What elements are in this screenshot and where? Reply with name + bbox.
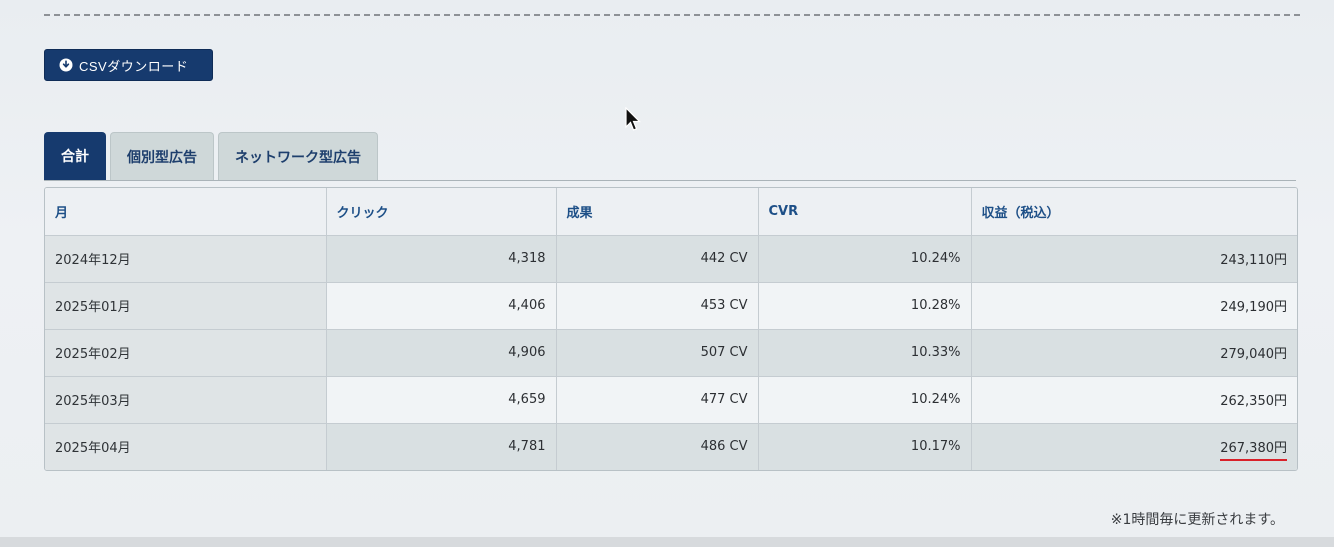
tab-individual-ads-label: 個別型広告 — [127, 149, 197, 166]
table-row: 2024年12月 4,318 442 CV 10.24% 243,110円 — [45, 235, 1297, 283]
table-row: 2025年02月 4,906 507 CV 10.33% 279,040円 — [45, 329, 1297, 377]
cell-month: 2025年04月 — [45, 423, 327, 470]
cell-month: 2025年02月 — [45, 329, 327, 377]
cell-conversions: 477 CV — [556, 376, 759, 424]
cell-revenue: 249,190円 — [971, 282, 1297, 330]
cell-cvr: 10.33% — [758, 329, 972, 377]
cell-cvr: 10.17% — [758, 423, 972, 470]
report-page: CSVダウンロード 合計 個別型広告 ネットワーク型広告 月 クリック 成果 C… — [0, 0, 1334, 547]
cell-revenue: 279,040円 — [971, 329, 1297, 377]
header-cvr: CVR — [758, 188, 972, 236]
cell-revenue: 243,110円 — [971, 235, 1297, 283]
cell-clicks: 4,781 — [326, 423, 557, 470]
cell-cvr: 10.24% — [758, 376, 972, 424]
cell-month: 2025年03月 — [45, 376, 327, 424]
highlighted-revenue: 267,380円 — [1220, 441, 1287, 462]
download-circle-icon — [59, 58, 73, 72]
cell-conversions: 453 CV — [556, 282, 759, 330]
cell-conversions: 442 CV — [556, 235, 759, 283]
bottom-band — [0, 537, 1334, 547]
cell-clicks: 4,659 — [326, 376, 557, 424]
cell-month: 2024年12月 — [45, 235, 327, 283]
table-row: 2025年04月 4,781 486 CV 10.17% 267,380円 — [45, 423, 1297, 470]
header-conversions: 成果 — [556, 188, 759, 236]
cell-conversions: 507 CV — [556, 329, 759, 377]
csv-download-button[interactable]: CSVダウンロード — [44, 49, 213, 81]
cell-revenue: 262,350円 — [971, 376, 1297, 424]
tab-underline — [44, 180, 1296, 181]
mouse-pointer-icon — [624, 106, 642, 133]
header-month: 月 — [45, 188, 327, 236]
cell-revenue: 267,380円 — [971, 423, 1297, 470]
cell-conversions: 486 CV — [556, 423, 759, 470]
cell-clicks: 4,406 — [326, 282, 557, 330]
cell-cvr: 10.24% — [758, 235, 972, 283]
tab-network-ads-label: ネットワーク型広告 — [235, 149, 361, 166]
update-footnote: ※1時間毎に更新されます。 — [1110, 512, 1284, 528]
table-header-row: 月 クリック 成果 CVR 収益（税込） — [45, 188, 1297, 236]
header-clicks: クリック — [326, 188, 557, 236]
report-tabs: 合計 個別型広告 ネットワーク型広告 — [44, 132, 378, 180]
monthly-report-table: 月 クリック 成果 CVR 収益（税込） 2024年12月 4,318 442 … — [44, 187, 1298, 471]
header-revenue: 収益（税込） — [971, 188, 1297, 236]
table-row: 2025年01月 4,406 453 CV 10.28% 249,190円 — [45, 282, 1297, 330]
dashed-divider — [44, 14, 1300, 16]
csv-download-label: CSVダウンロード — [79, 58, 189, 74]
tab-individual-ads[interactable]: 個別型広告 — [110, 132, 214, 180]
tab-total[interactable]: 合計 — [44, 132, 106, 180]
cell-clicks: 4,906 — [326, 329, 557, 377]
table-row: 2025年03月 4,659 477 CV 10.24% 262,350円 — [45, 376, 1297, 424]
tab-total-label: 合計 — [61, 149, 89, 165]
tab-network-ads[interactable]: ネットワーク型広告 — [218, 132, 378, 180]
cell-cvr: 10.28% — [758, 282, 972, 330]
cell-month: 2025年01月 — [45, 282, 327, 330]
cell-clicks: 4,318 — [326, 235, 557, 283]
